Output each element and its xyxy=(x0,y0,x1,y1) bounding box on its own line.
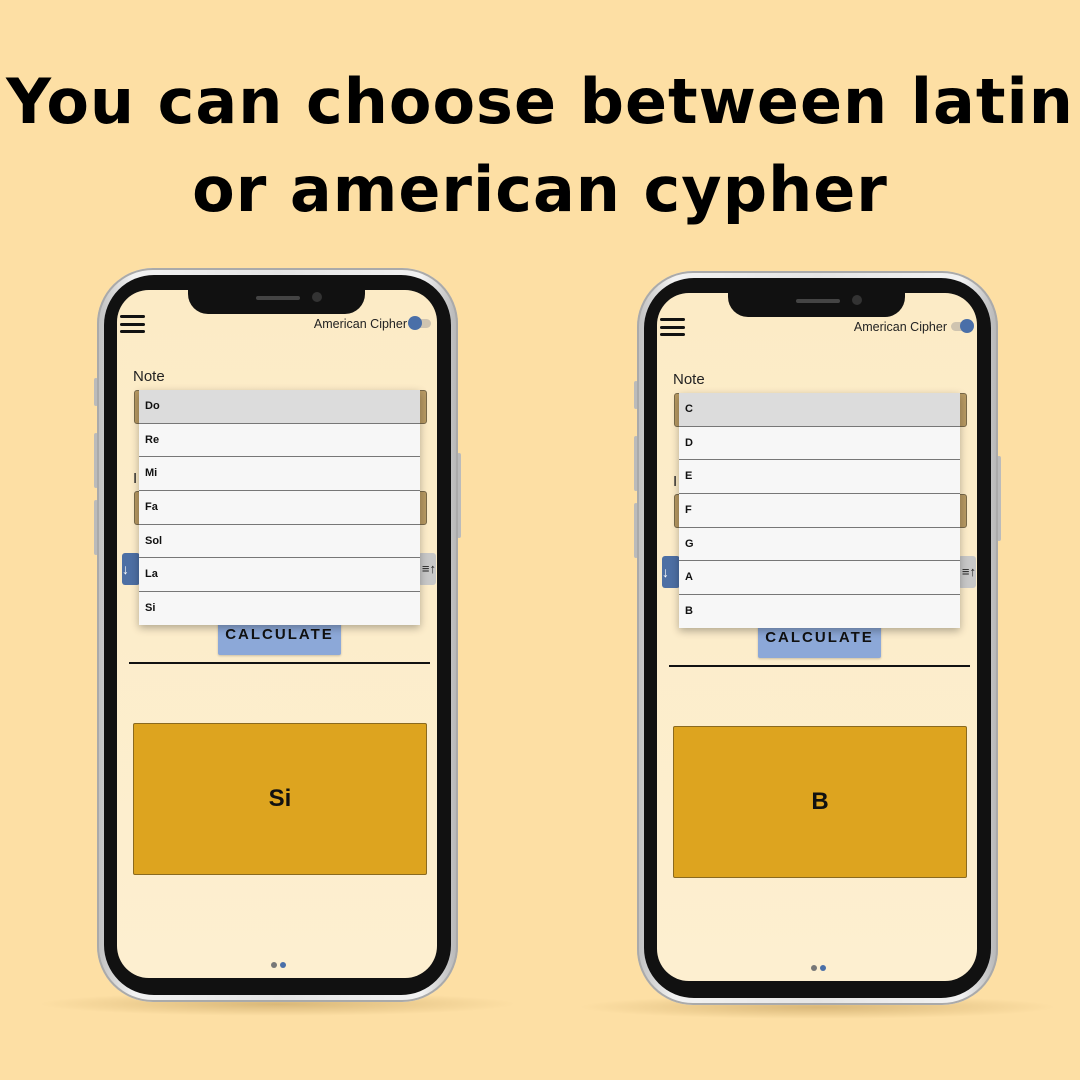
toggle-knob xyxy=(408,316,422,330)
hamburger-menu-icon[interactable] xyxy=(120,315,145,333)
app-screen: American Cipher Note I ↓ ≡↑ CALCULATE Si… xyxy=(117,290,437,978)
phone-mockup: American Cipher Note I ↓ ≡↑ CALCULATE B … xyxy=(577,271,1058,1019)
note-dropdown-list: Do Re Mi Fa Sol La Si xyxy=(139,390,420,625)
sort-descending-icon[interactable]: ↓ xyxy=(662,556,680,588)
second-field-label: I xyxy=(673,473,678,490)
dropdown-option[interactable]: La xyxy=(139,558,420,593)
dropdown-option[interactable]: Mi xyxy=(139,457,420,492)
second-field-label: I xyxy=(133,470,138,487)
dropdown-option[interactable]: A xyxy=(679,561,960,596)
result-box: Si xyxy=(133,723,427,875)
dropdown-option[interactable]: D xyxy=(679,427,960,461)
dropdown-option[interactable]: F xyxy=(679,494,960,528)
result-box: B xyxy=(673,726,967,878)
page-dot[interactable] xyxy=(271,962,277,968)
note-dropdown-list: CDEFGAB xyxy=(679,393,960,628)
dropdown-option[interactable]: E xyxy=(679,460,960,495)
phone-notch xyxy=(188,290,365,314)
dropdown-option[interactable]: Fa xyxy=(139,491,420,525)
dropdown-option[interactable]: C xyxy=(679,393,960,427)
american-cipher-label: American Cipher xyxy=(313,317,407,331)
page-dot[interactable] xyxy=(811,965,817,971)
divider xyxy=(129,662,430,664)
dropdown-option[interactable]: Si xyxy=(139,592,420,625)
page-indicator xyxy=(811,958,829,976)
divider xyxy=(669,665,970,667)
toggle-knob xyxy=(960,319,974,333)
note-label: Note xyxy=(133,368,165,385)
note-label: Note xyxy=(673,371,705,388)
sort-ascending-icon[interactable]: ≡↑ xyxy=(958,556,976,588)
dropdown-option[interactable]: Re xyxy=(139,424,420,458)
sort-descending-icon[interactable]: ↓ xyxy=(122,553,140,585)
dropdown-option[interactable]: Sol xyxy=(139,525,420,559)
american-cipher-label: American Cipher xyxy=(853,320,947,334)
calculate-button[interactable]: CALCULATE xyxy=(218,620,341,655)
speaker xyxy=(256,296,300,300)
american-cipher-toggle[interactable] xyxy=(951,319,974,333)
phone-notch xyxy=(728,293,905,317)
sort-ascending-icon[interactable]: ≡↑ xyxy=(418,553,436,585)
app-screen: American Cipher Note I ↓ ≡↑ CALCULATE B … xyxy=(657,293,977,981)
hamburger-menu-icon[interactable] xyxy=(660,318,685,336)
page-indicator xyxy=(271,955,289,973)
calculate-button[interactable]: CALCULATE xyxy=(758,623,881,658)
page-dot-active[interactable] xyxy=(820,965,826,971)
camera xyxy=(852,295,862,305)
dropdown-option[interactable]: Do xyxy=(139,390,420,424)
dropdown-option[interactable]: B xyxy=(679,595,960,628)
camera xyxy=(312,292,322,302)
headline: You can choose between latin or american… xyxy=(6,65,1074,226)
dropdown-option[interactable]: G xyxy=(679,528,960,562)
speaker xyxy=(796,299,840,303)
phone-mockup: American Cipher Note I ↓ ≡↑ CALCULATE Si… xyxy=(37,268,518,1016)
american-cipher-toggle[interactable] xyxy=(408,316,431,330)
page-dot-active[interactable] xyxy=(280,962,286,968)
